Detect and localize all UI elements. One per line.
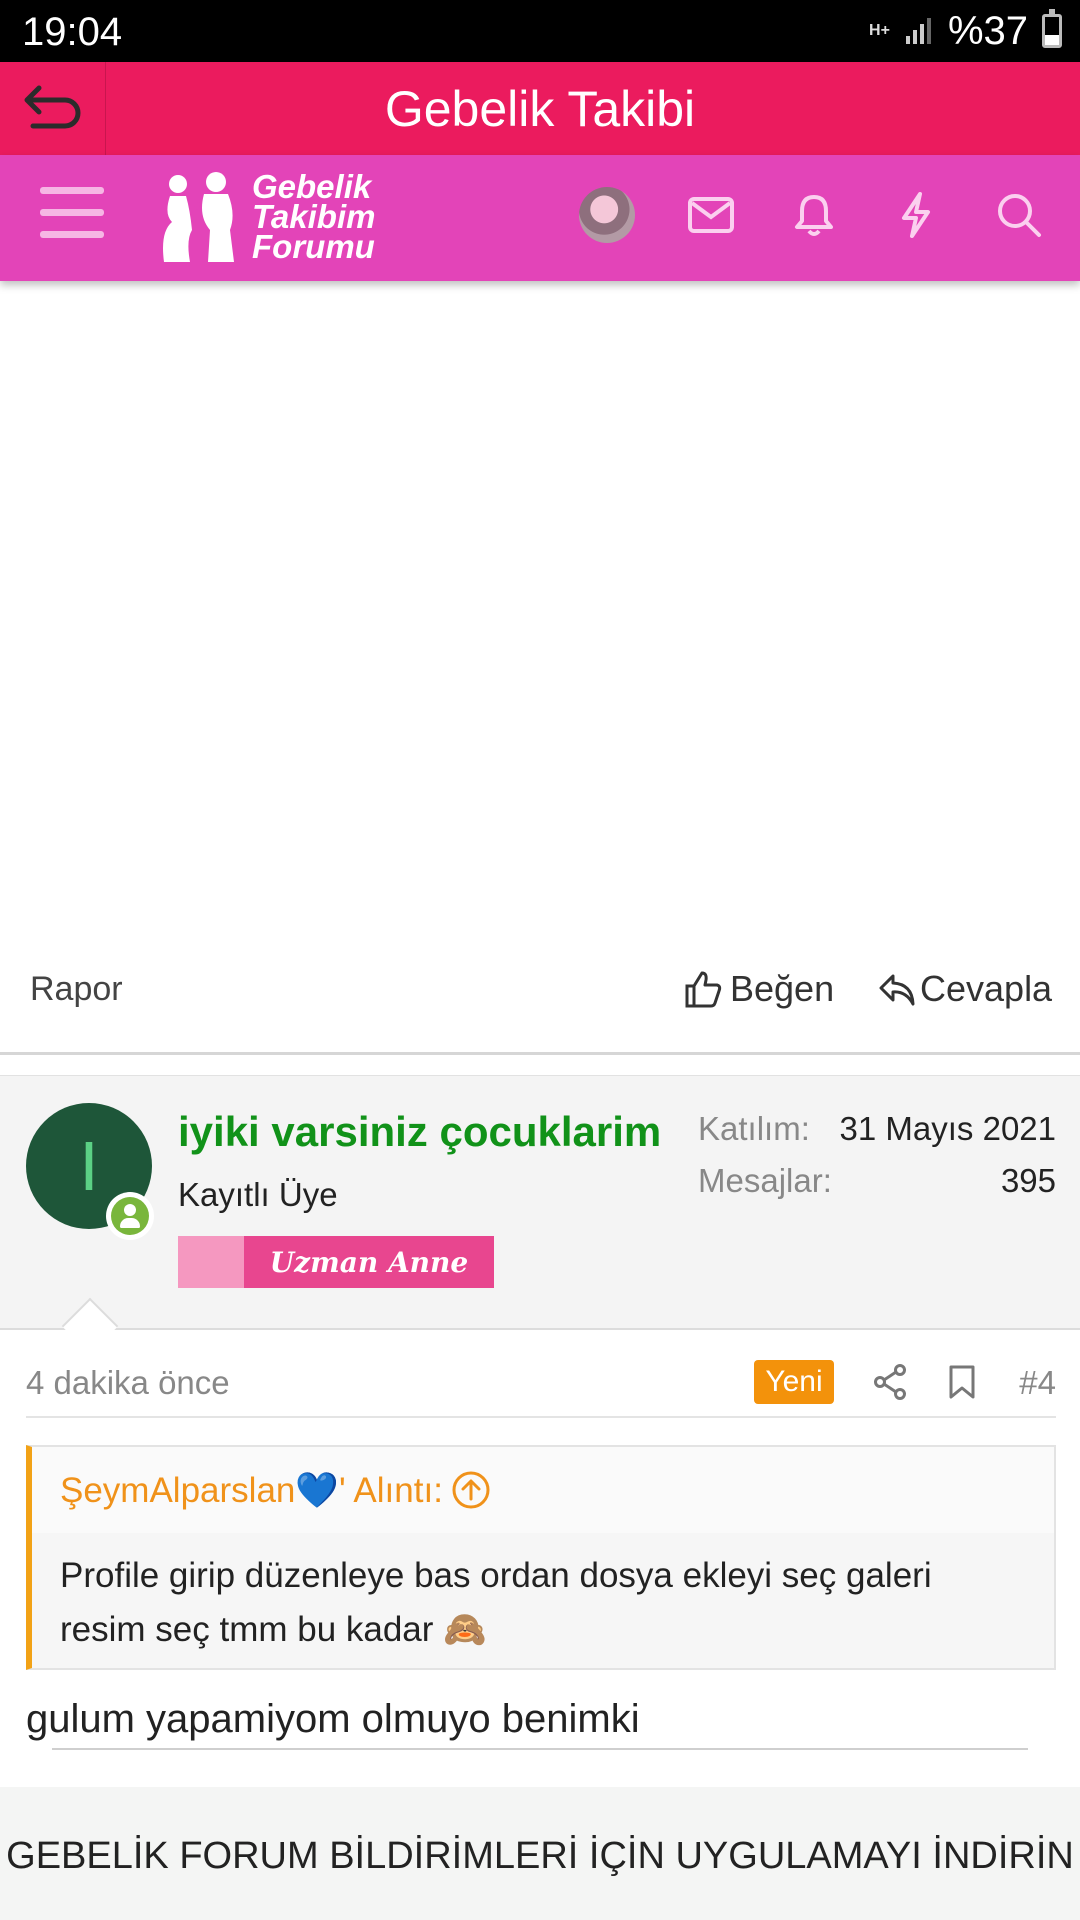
menu-icon-line	[40, 231, 104, 238]
battery-percent: %37	[947, 8, 1028, 53]
user-banner-label: Uzman Anne	[269, 1245, 469, 1279]
app-title: Gebelik Takibi	[384, 81, 696, 137]
user-banner: Uzman Anne	[178, 1236, 494, 1288]
mail-icon	[688, 197, 734, 233]
user-stats: Katılım: 31 Mayıs 2021 Mesajlar: 395	[698, 1110, 1056, 1214]
app-download-text: GEBELİK FORUM BİLDİRİMLERİ İÇİN UYGULAMA…	[6, 1835, 1074, 1877]
search-button[interactable]	[989, 185, 1049, 245]
bookmark-button[interactable]	[940, 1360, 984, 1404]
search-icon	[998, 194, 1041, 237]
alerts-button[interactable]	[784, 185, 844, 245]
quote-author: ŞeymAlparslan💙' Alıntı:	[60, 1470, 443, 1510]
message-attribution: 4 dakika önce Yeni #4	[26, 1360, 1056, 1418]
logo-line: Forumu	[252, 228, 375, 265]
lightning-icon	[902, 192, 930, 238]
online-status-icon	[106, 1192, 154, 1240]
status-time: 19:04	[22, 10, 123, 54]
forum-header: Gebelik Takibim Forumu	[0, 155, 1080, 281]
divider	[52, 1748, 1028, 1750]
forum-logo[interactable]: Gebelik Takibim Forumu	[150, 165, 375, 269]
joined-label: Katılım:	[698, 1110, 810, 1147]
new-badge: Yeni	[754, 1360, 834, 1404]
signal-icon	[905, 18, 931, 44]
quote-block: ŞeymAlparslan💙' Alıntı: Profile girip dü…	[26, 1445, 1056, 1670]
bell-icon	[795, 195, 833, 236]
post-actions-bar: Rapor Beğen Cevapla	[0, 950, 1080, 1055]
whats-new-button[interactable]	[886, 185, 946, 245]
quote-text: Profile girip düzenleye bas ordan dosya …	[60, 1556, 932, 1649]
reply-icon	[879, 974, 915, 1006]
messages-value: 395	[1000, 1162, 1056, 1199]
status-bar: 19:04 H+ %37	[0, 0, 1080, 62]
user-title: Kayıtlı Üye	[178, 1176, 338, 1213]
menu-icon-line	[40, 187, 104, 194]
message-user-block: I iyiki varsiniz çocuklarim Kayıtlı Üye …	[0, 1075, 1080, 1330]
inbox-button[interactable]	[681, 185, 741, 245]
post-number-link[interactable]: #4	[1019, 1364, 1056, 1402]
battery-icon	[1042, 9, 1062, 48]
arrow-up-circle-icon[interactable]	[451, 1470, 491, 1510]
bookmark-icon	[949, 1365, 975, 1399]
network-type: H+	[869, 22, 890, 39]
app-bar: Gebelik Takibi	[0, 62, 1080, 155]
menu-icon-line	[40, 209, 104, 216]
messages-row: Mesajlar: 395	[698, 1162, 1056, 1200]
thumbs-up-icon	[685, 971, 722, 1008]
logo-text: Gebelik Takibim Forumu	[252, 170, 375, 265]
share-button[interactable]	[868, 1360, 912, 1404]
messages-label: Mesajlar:	[698, 1162, 832, 1199]
status-indicators: H+ %37	[869, 8, 1062, 54]
avatar	[579, 187, 635, 243]
reply-button[interactable]: Cevapla	[878, 968, 1052, 1010]
couple-banner-icon	[178, 1236, 244, 1288]
username-link[interactable]: iyiki varsiniz çocuklarim	[178, 1108, 661, 1156]
message-body: gulum yapamiyom olmuyo benimki	[26, 1697, 640, 1741]
joined-value: 31 Mayıs 2021	[839, 1110, 1056, 1147]
menu-button[interactable]	[40, 187, 104, 245]
like-label: Beğen	[730, 968, 835, 1009]
quote-header[interactable]: ŞeymAlparslan💙' Alıntı:	[32, 1447, 1054, 1533]
user-avatar-button[interactable]	[577, 185, 637, 245]
message-time[interactable]: 4 dakika önce	[26, 1364, 230, 1402]
report-link[interactable]: Rapor	[30, 970, 123, 1009]
couple-logo-icon	[163, 172, 234, 262]
app-download-banner[interactable]: GEBELİK FORUM BİLDİRİMLERİ İÇİN UYGULAMA…	[0, 1787, 1080, 1920]
like-button[interactable]: Beğen	[684, 968, 834, 1010]
share-icon	[874, 1364, 906, 1400]
reply-label: Cevapla	[920, 968, 1053, 1009]
joined-row: Katılım: 31 Mayıs 2021	[698, 1110, 1056, 1148]
